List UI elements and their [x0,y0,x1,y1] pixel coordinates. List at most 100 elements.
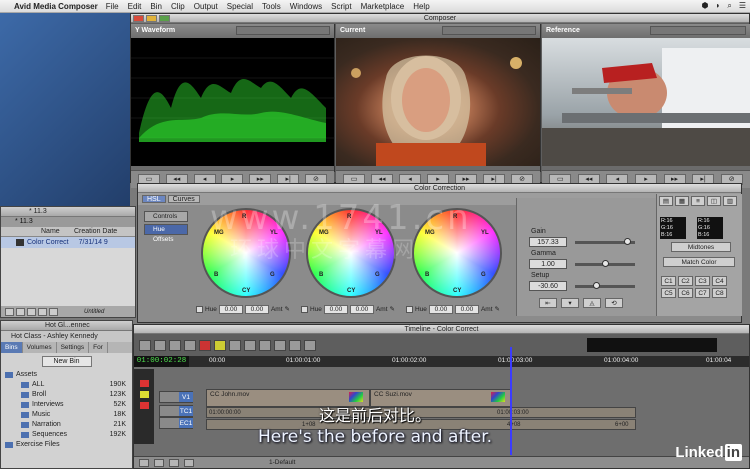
colorbars-icon[interactable]: ▦ [675,196,689,206]
menu-script[interactable]: Script [331,2,351,11]
highlights-enable-checkbox[interactable] [406,305,413,313]
match-color-button[interactable]: Match Color [663,257,735,267]
midtones-dropdown[interactable]: Midtones [671,242,731,252]
reference-menu[interactable] [650,26,746,35]
step-back-button[interactable]: ⇤ [539,298,557,308]
preset-c2[interactable]: C2 [678,276,693,286]
bin-item-broll[interactable]: Broll 123K [1,390,132,400]
track-monitor-icon[interactable] [139,458,149,467]
tab-settings[interactable]: Settings [57,342,90,353]
audio-icon[interactable]: ◗ [716,1,721,11]
toggle-icon[interactable] [304,339,316,351]
menu-bin[interactable]: Bin [150,2,162,11]
menu-tools[interactable]: Tools [262,2,281,11]
tab-bins[interactable]: Bins [1,342,23,353]
menu-help[interactable]: Help [413,2,429,11]
splice-icon[interactable] [154,339,166,351]
dual-icon[interactable]: ◫ [707,196,721,206]
zoom-in-icon[interactable] [184,458,194,467]
new-bin-button[interactable]: New Bin [41,356,92,367]
bin-row-color-correct[interactable]: Color Correct 7/31/14 9 [1,237,135,248]
segment-yellow-icon[interactable] [214,339,226,351]
frame-view-icon[interactable] [27,307,36,316]
column-creation-date[interactable]: Creation Date [71,227,117,236]
source-rgb-readout[interactable]: R:16 G:16 B:16 [660,217,686,239]
hue-offsets-button[interactable]: Hue Offsets [144,224,188,243]
midtones-amt-field[interactable]: 0.00 [349,304,374,314]
search-icon[interactable]: ⌕ [727,1,731,11]
highlights-hue-field[interactable]: 0.00 [428,304,453,314]
timeline-ruler[interactable]: 01:00:02:28 00:00 01:00:01:00 01:00:02:0… [134,356,749,367]
minimize-button[interactable] [146,15,157,22]
midtones-enable-checkbox[interactable] [301,305,308,313]
timeline-view-setting[interactable]: 1-Default [269,459,295,466]
waveform-label[interactable]: Y Waveform [135,27,175,35]
highlights-amt-field[interactable]: 0.00 [454,304,479,314]
overwrite-icon[interactable] [139,339,151,351]
script-view-icon[interactable] [38,307,47,316]
setup-slider-knob[interactable] [592,282,600,289]
menu-output[interactable]: Output [194,2,218,11]
bin-tab[interactable]: * 11.3 [1,217,135,227]
column-name[interactable]: Name [1,227,71,236]
zoom-out-icon[interactable] [169,458,179,467]
tab-curves[interactable]: Curves [167,195,200,203]
target-rgb-readout[interactable]: R:16 G:16 B:16 [697,217,723,239]
preset-c8[interactable]: C8 [712,288,727,298]
lift-icon[interactable] [169,339,181,351]
tab-format[interactable]: For [89,342,108,353]
segment-red-icon[interactable] [199,339,211,351]
zoom-button[interactable] [159,15,170,22]
lock-icon[interactable] [140,391,149,398]
preset-c5[interactable]: C5 [661,288,676,298]
midtones-hue-field[interactable]: 0.00 [323,304,348,314]
shadows-hue-field[interactable]: 0.00 [218,304,243,314]
gamma-slider-knob[interactable] [601,260,609,267]
brief-view-icon[interactable] [5,307,14,316]
tab-volumes[interactable]: Volumes [23,342,57,353]
menu-marketplace[interactable]: Marketplace [361,2,405,11]
preset-c3[interactable]: C3 [695,276,710,286]
app-menu[interactable]: Avid Media Composer [14,2,98,11]
preset-c1[interactable]: C1 [661,276,676,286]
close-button[interactable] [133,15,144,22]
folder-assets[interactable]: Assets [1,370,132,380]
eyedropper-icon[interactable]: ✎ [285,305,290,313]
tail-icon[interactable] [274,339,286,351]
shadows-enable-checkbox[interactable] [196,305,203,313]
menu-file[interactable]: File [106,2,119,11]
remove-button[interactable]: ▾ [561,298,579,308]
extension-icon[interactable]: ⬢ [702,1,709,11]
bin-item-all[interactable]: ALL 190K [1,380,132,390]
bin-view-name[interactable]: Untitled [84,309,104,315]
menu-edit[interactable]: Edit [128,2,142,11]
preset-c4[interactable]: C4 [712,276,727,286]
top-icon[interactable] [259,339,271,351]
add-edit-icon[interactable] [244,339,256,351]
effect-icon[interactable]: ▤ [659,196,673,206]
current-menu[interactable] [441,26,536,35]
master-timecode[interactable]: 01:00:02:28 [134,356,189,367]
gamma-field[interactable]: 1.00 [529,259,567,269]
controls-button[interactable]: Controls [144,211,188,222]
preset-c6[interactable]: C6 [678,288,693,298]
menu-clip[interactable]: Clip [171,2,185,11]
fastmenu-icon[interactable] [49,307,58,316]
text-view-icon[interactable] [16,307,25,316]
menu-icon[interactable]: ≡ [691,196,705,206]
effects-icon[interactable] [289,339,301,351]
tab-hsl[interactable]: HSL [142,195,166,203]
reference-label[interactable]: Reference [546,27,580,35]
extract-icon[interactable] [184,339,196,351]
current-label[interactable]: Current [340,27,365,35]
eyedropper-icon[interactable]: ✎ [390,305,395,313]
eyedropper-icon[interactable]: ✎ [495,305,500,313]
waveform-menu[interactable] [236,26,330,35]
menu-windows[interactable]: Windows [290,2,322,11]
menu-special[interactable]: Special [227,2,253,11]
record-icon[interactable] [140,380,149,387]
trim-icon[interactable] [229,339,241,351]
preset-c7[interactable]: C7 [695,288,710,298]
fast-menu-icon[interactable] [154,458,164,467]
list-icon[interactable]: ☰ [739,1,746,11]
